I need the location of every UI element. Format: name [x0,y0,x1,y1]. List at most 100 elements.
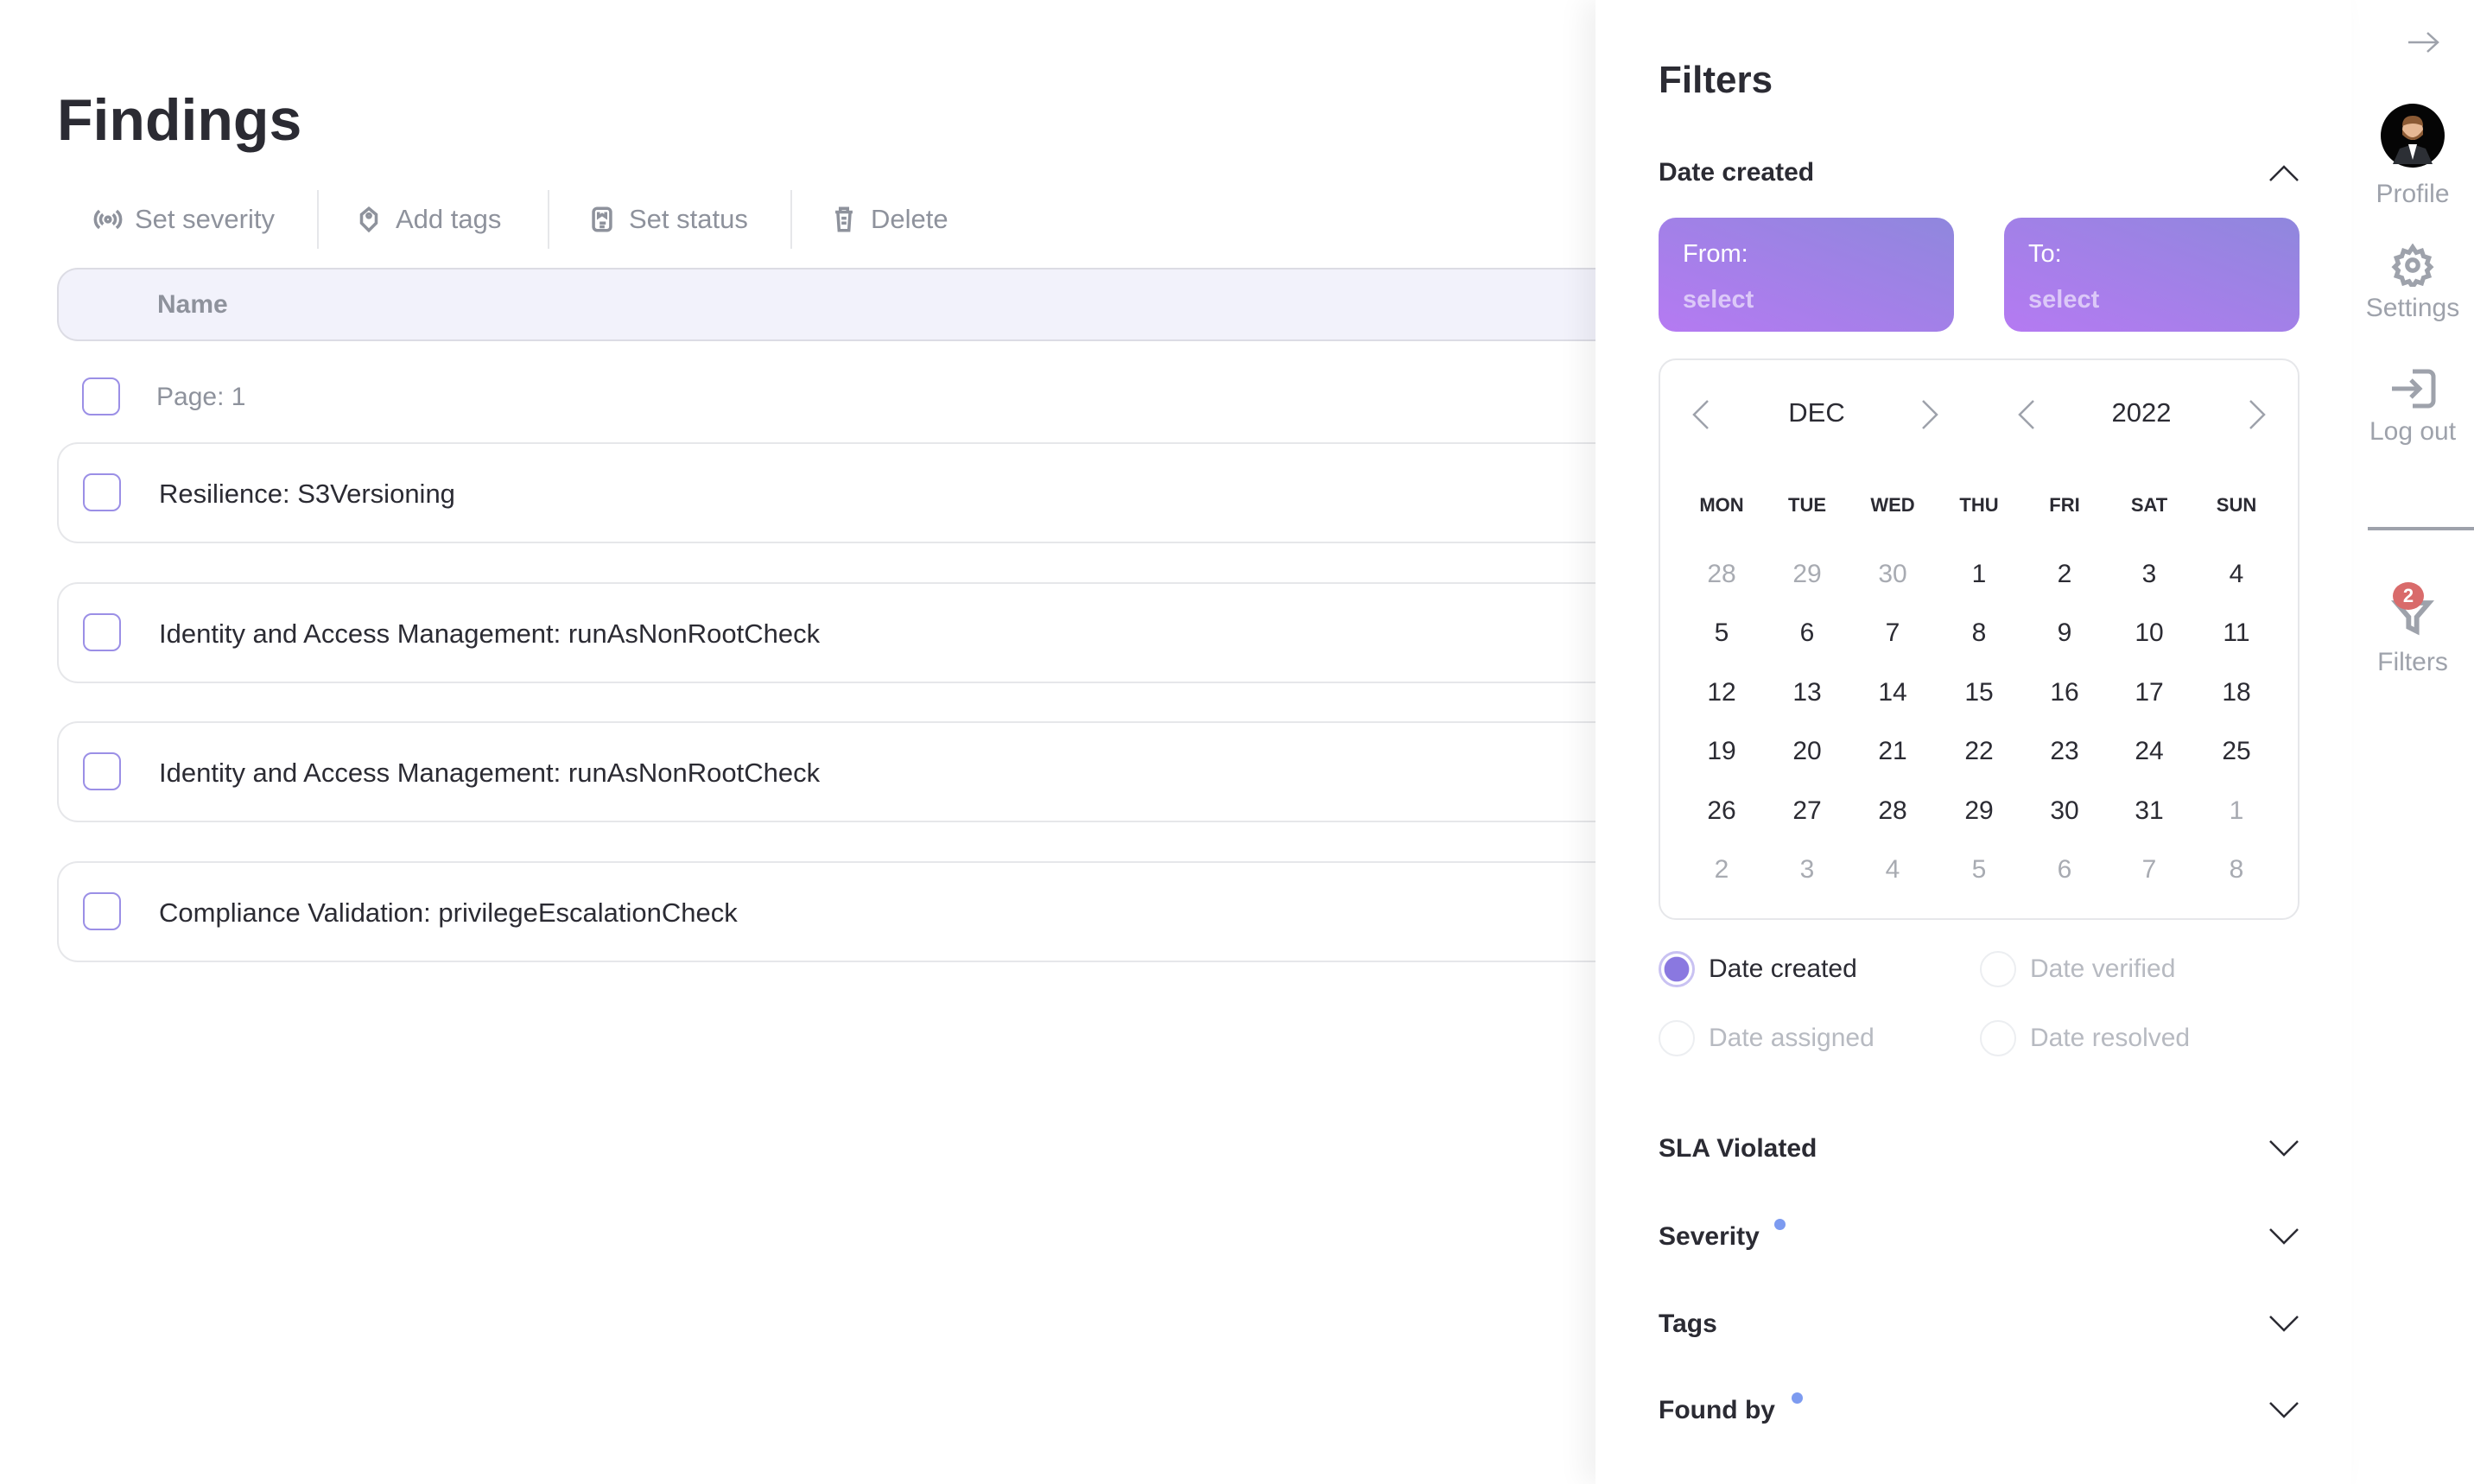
page-title: Findings [57,87,302,153]
calendar-day[interactable]: 3 [2123,560,2175,589]
settings-label: Settings [2365,294,2460,322]
calendar-day[interactable]: 16 [2039,678,2090,707]
row-name: Identity and Access Management: runAsNon… [159,618,821,649]
found-by-heading: Found by [1659,1396,1775,1424]
radio-label: Date created [1709,954,1857,983]
set-status-label: Set status [629,204,748,234]
active-filter-dot [1792,1392,1803,1404]
trash-icon [835,206,853,232]
calendar-day[interactable]: 30 [1867,560,1919,589]
sidebar-divider [2368,527,2474,530]
calendar-day[interactable]: 5 [1696,618,1748,648]
column-name[interactable]: Name [157,290,228,320]
weekday-header: WED [1870,494,1915,516]
delete-button[interactable]: Delete [829,200,948,238]
calendar-day[interactable]: 7 [1867,618,1919,648]
calendar-day[interactable]: 21 [1867,737,1919,766]
divider [317,190,319,249]
profile-button[interactable]: Profile [2351,104,2474,209]
gear-icon [2391,243,2434,291]
calendar-day[interactable]: 9 [2039,618,2090,648]
date-created-section-toggle[interactable]: Date created [1659,151,2300,194]
calendar-day[interactable]: 11 [2211,618,2262,648]
calendar-day[interactable]: 7 [2123,855,2175,885]
calendar-day[interactable]: 24 [2123,737,2175,766]
calendar-day[interactable]: 13 [1781,678,1833,707]
next-year-icon[interactable] [2247,399,2268,430]
signal-icon [93,209,123,230]
delete-label: Delete [871,204,948,234]
calendar-day[interactable]: 1 [1953,560,2005,589]
calendar-day[interactable]: 5 [1953,855,2005,885]
table-row[interactable]: Resilience: S3Versioning [57,442,1664,543]
calendar-day[interactable]: 4 [2211,560,2262,589]
calendar-day[interactable]: 29 [1953,796,2005,826]
radio-date-verified[interactable]: Date verified [1980,951,2175,987]
calendar-day[interactable]: 2 [1696,855,1748,885]
divider [790,190,792,249]
calendar-day[interactable]: 6 [2039,855,2090,885]
calendar-day[interactable]: 23 [2039,737,2090,766]
severity-heading: Severity [1659,1222,1760,1251]
calendar-day[interactable]: 15 [1953,678,2005,707]
radio-label: Date resolved [2030,1024,2191,1052]
calendar-day[interactable]: 1 [2211,796,2262,826]
calendar-day[interactable]: 31 [2123,796,2175,826]
calendar-day[interactable]: 4 [1867,855,1919,885]
calendar-day[interactable]: 26 [1696,796,1748,826]
add-tags-button[interactable]: Add tags [354,200,501,238]
row-checkbox[interactable] [83,892,121,930]
prev-month-icon[interactable] [1691,399,1711,430]
to-label: To: [2028,240,2062,268]
radio-date-created[interactable]: Date created [1659,951,1857,987]
from-date-picker[interactable]: From: select [1659,218,1954,332]
calendar-day[interactable]: 28 [1867,796,1919,826]
calendar-day[interactable]: 10 [2123,618,2175,648]
severity-section-toggle[interactable]: Severity [1659,1215,2300,1259]
prev-year-icon[interactable] [2016,399,2037,430]
calendar-day[interactable]: 25 [2211,737,2262,766]
calendar-day[interactable]: 8 [1953,618,2005,648]
calendar-day[interactable]: 6 [1781,618,1833,648]
tags-heading: Tags [1659,1310,1717,1338]
found-by-section-toggle[interactable]: Found by [1659,1389,2300,1432]
calendar-day[interactable]: 30 [2039,796,2090,826]
calendar-day[interactable]: 12 [1696,678,1748,707]
chevron-down-icon [2269,1402,2299,1418]
table-row[interactable]: Identity and Access Management: runAsNon… [57,582,1664,683]
calendar-day[interactable]: 18 [2211,678,2262,707]
calendar-day[interactable]: 19 [1696,737,1748,766]
row-checkbox[interactable] [83,473,121,511]
page-label: Page: 1 [156,383,246,411]
calendar-day[interactable]: 28 [1696,560,1748,589]
calendar-day[interactable]: 3 [1781,855,1833,885]
to-date-picker[interactable]: To: select [2004,218,2300,332]
calendar-day[interactable]: 27 [1781,796,1833,826]
next-month-icon[interactable] [1919,399,1940,430]
set-severity-button[interactable]: Set severity [93,200,275,238]
calendar-day[interactable]: 29 [1781,560,1833,589]
row-checkbox[interactable] [83,752,121,790]
set-status-button[interactable]: Set status [587,200,748,238]
calendar-day[interactable]: 17 [2123,678,2175,707]
chevron-down-icon [2269,1140,2299,1157]
sla-section-toggle[interactable]: SLA Violated [1659,1127,2300,1170]
table-row[interactable]: Identity and Access Management: runAsNon… [57,721,1664,822]
chevron-up-icon [2269,165,2299,181]
settings-button[interactable]: Settings [2351,243,2474,323]
radio-date-resolved[interactable]: Date resolved [1980,1020,2190,1056]
calendar-day[interactable]: 14 [1867,678,1919,707]
row-checkbox[interactable] [83,613,121,651]
calendar-day[interactable]: 2 [2039,560,2090,589]
select-page-checkbox[interactable] [82,377,120,415]
calendar-day[interactable]: 8 [2211,855,2262,885]
calendar-day[interactable]: 20 [1781,737,1833,766]
weekday-header: SAT [2130,494,2168,516]
table-row[interactable]: Compliance Validation: privilegeEscalati… [57,861,1664,962]
collapse-arrow-icon[interactable] [2407,31,2441,54]
radio-date-assigned[interactable]: Date assigned [1659,1020,1875,1056]
filters-count-badge: 2 [2393,582,2424,610]
tags-section-toggle[interactable]: Tags [1659,1303,2300,1346]
calendar-day[interactable]: 22 [1953,737,2005,766]
logout-button[interactable]: Log out [2351,367,2474,447]
